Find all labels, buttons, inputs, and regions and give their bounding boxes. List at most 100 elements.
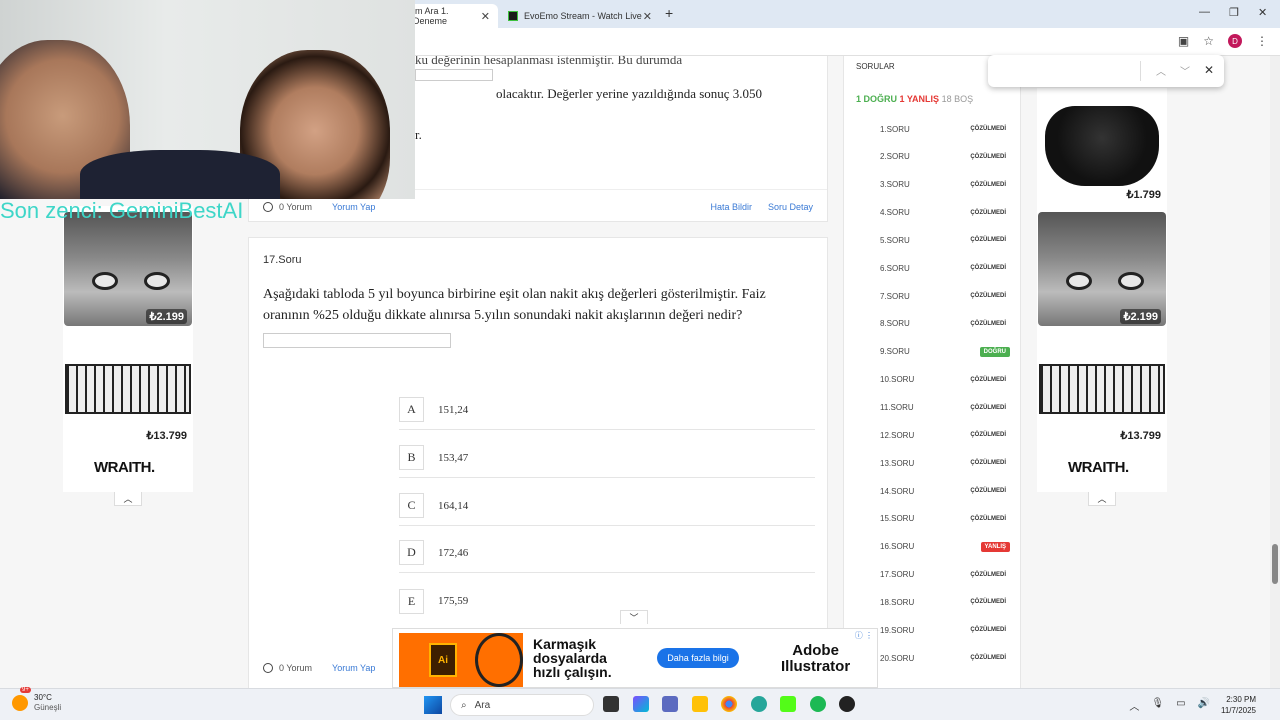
sidebar-question-item[interactable]: 10.SORU ÇÖZÜLMEDİ xyxy=(880,373,1010,387)
find-close-icon[interactable]: ✕ xyxy=(1204,63,1214,78)
answer-option-a[interactable]: A 151,24 xyxy=(399,390,815,430)
taskbar-search[interactable]: ⌕ Ara xyxy=(450,694,594,716)
menu-kebab-icon[interactable]: ⋮ xyxy=(1256,34,1268,48)
stream-caption: Son zenci: GeminiBestAI xyxy=(0,198,244,223)
tab-exam[interactable]: im Ara 1. Deneme ✕ xyxy=(405,4,498,28)
question-label: 16.SORU xyxy=(880,542,915,552)
sidebar-question-item[interactable]: 18.SORU ÇÖZÜLMEDİ xyxy=(880,595,1010,609)
sidebar-question-item[interactable]: 14.SORU ÇÖZÜLMEDİ xyxy=(880,484,1010,498)
page-action-icon[interactable]: ▣ xyxy=(1178,34,1189,48)
answer-option-d[interactable]: D 172,46 xyxy=(399,533,815,573)
window-close-button[interactable]: ✕ xyxy=(1258,6,1267,19)
find-in-page-bar[interactable]: ︿ ﹀ ✕ xyxy=(988,55,1224,87)
answer-option-e[interactable]: E 175,59 xyxy=(399,581,815,621)
left-brand-box[interactable]: WRAITH. xyxy=(63,448,193,492)
spotify-icon[interactable] xyxy=(810,696,826,712)
windows-taskbar: 30°C Güneşli ⌕ Ara ︿ 🎙 ▭ 🔊 2:30 PM 11/7/… xyxy=(0,687,1280,720)
find-next-icon[interactable]: ﹀ xyxy=(1180,63,1190,78)
minimize-button[interactable]: — xyxy=(1199,6,1210,18)
status-badge: ÇÖZÜLMEDİ xyxy=(970,181,1006,188)
weather-widget[interactable]: 30°C Güneşli xyxy=(12,693,61,713)
question-label: 1.SORU xyxy=(880,124,910,134)
question-label: 4.SORU xyxy=(880,208,910,218)
sidebar-question-item[interactable]: 7.SORU ÇÖZÜLMEDİ xyxy=(880,289,1010,303)
ad-tagline-line: hızlı çalışın. xyxy=(533,664,612,680)
task-view-icon[interactable] xyxy=(603,696,619,712)
close-icon[interactable]: ✕ xyxy=(643,10,652,23)
sidebar-question-item[interactable]: 19.SORU ÇÖZÜLMEDİ xyxy=(880,623,1010,637)
question-table-image xyxy=(263,333,451,348)
question-label: 13.SORU xyxy=(880,458,915,468)
chevron-down-icon[interactable]: ﹀ xyxy=(620,610,648,624)
question-text: Aşağıdaki tabloda 5 yıl boyunca birbirin… xyxy=(263,287,766,323)
option-letter: E xyxy=(399,588,424,614)
volume-icon[interactable]: 🔊 xyxy=(1198,698,1210,713)
app-icon[interactable] xyxy=(839,696,855,712)
sidebar-question-item[interactable]: 3.SORU ÇÖZÜLMEDİ xyxy=(880,178,1010,192)
ad-tagline-line: Karmaşık xyxy=(533,636,597,652)
score-summary: 1 DOĞRU 1 YANLIŞ 18 BOŞ xyxy=(856,94,973,104)
new-tab-button[interactable]: + xyxy=(665,5,673,21)
file-explorer-icon[interactable] xyxy=(692,696,708,712)
answer-option-c[interactable]: C 164,14 xyxy=(399,486,815,526)
kick-app-icon[interactable] xyxy=(780,696,796,712)
status-badge: ÇÖZÜLMEDİ xyxy=(970,153,1006,160)
sidebar-question-item[interactable]: 5.SORU ÇÖZÜLMEDİ xyxy=(880,233,1010,247)
chevron-up-icon[interactable]: ︿ xyxy=(1088,492,1116,506)
sidebar-question-item[interactable]: 9.SORU DOĞRU xyxy=(880,345,1010,359)
copilot-icon[interactable] xyxy=(633,696,649,712)
sidebar-question-item[interactable]: 8.SORU ÇÖZÜLMEDİ xyxy=(880,317,1010,331)
sidebar-question-item[interactable]: 2.SORU ÇÖZÜLMEDİ xyxy=(880,150,1010,164)
ad-info-icon[interactable]: ⓘ ⋮ xyxy=(855,630,873,641)
sidebar-question-item[interactable]: 6.SORU ÇÖZÜLMEDİ xyxy=(880,261,1010,275)
sidebar-question-item[interactable]: 16.SORU YANLIŞ xyxy=(880,540,1010,554)
sidebar-question-item[interactable]: 15.SORU ÇÖZÜLMEDİ xyxy=(880,512,1010,526)
question-detail-link[interactable]: Soru Detay xyxy=(768,202,813,212)
answer-option-b[interactable]: B 153,47 xyxy=(399,438,815,478)
bookmark-star-icon[interactable]: ☆ xyxy=(1203,34,1214,48)
find-prev-icon[interactable]: ︿ xyxy=(1156,63,1166,78)
kick-icon xyxy=(508,11,518,21)
temperature: 30°C xyxy=(34,693,52,702)
sidebar-question-item[interactable]: 12.SORU ÇÖZÜLMEDİ xyxy=(880,428,1010,442)
microphone-icon[interactable]: 🎙 xyxy=(1151,698,1164,713)
chevron-up-icon[interactable]: ︿ xyxy=(114,492,142,506)
chrome-active-icon[interactable] xyxy=(751,696,767,712)
right-ad-column[interactable]: ₺1.799 ₺2.199 ₺13.799 WRAITH. xyxy=(1037,88,1167,492)
tab-stream[interactable]: EvoEmo Stream - Watch Live on ✕ xyxy=(500,4,660,28)
chevron-up-icon[interactable]: ︿ xyxy=(1129,698,1139,713)
sidebar-question-item[interactable]: 20.SORU ÇÖZÜLMEDİ xyxy=(880,651,1010,665)
bottom-banner-ad[interactable]: Ai Karmaşık dosyalarda hızlı çalışın. Da… xyxy=(392,628,878,688)
option-value: 151,24 xyxy=(438,403,469,416)
sidebar-question-item[interactable]: 1.SORU ÇÖZÜLMEDİ xyxy=(880,122,1010,136)
add-comment-link[interactable]: Yorum Yap xyxy=(332,663,375,673)
find-input[interactable] xyxy=(998,62,1136,80)
report-error-link[interactable]: Hata Bildir xyxy=(710,202,752,212)
system-clock[interactable]: 2:30 PM 11/7/2025 xyxy=(1221,694,1256,716)
learn-more-button[interactable]: Daha fazla bilgi xyxy=(657,648,739,668)
status-badge: YANLIŞ xyxy=(980,541,1010,552)
question-label: 20.SORU xyxy=(880,653,915,663)
date: 11/7/2025 xyxy=(1221,706,1256,715)
score-wrong: 1 YANLIŞ xyxy=(899,94,940,104)
add-comment-link[interactable]: Yorum Yap xyxy=(332,202,375,212)
chrome-icon[interactable] xyxy=(721,696,737,712)
restore-button[interactable]: ❐ xyxy=(1229,6,1239,19)
question-label: 5.SORU xyxy=(880,235,910,245)
close-icon[interactable]: ✕ xyxy=(481,10,490,23)
status-badge: ÇÖZÜLMEDİ xyxy=(970,265,1006,272)
score-correct: 1 DOĞRU xyxy=(856,94,898,104)
sidebar-question-item[interactable]: 17.SORU ÇÖZÜLMEDİ xyxy=(880,568,1010,582)
teams-icon[interactable] xyxy=(662,696,678,712)
sidebar-question-item[interactable]: 11.SORU ÇÖZÜLMEDİ xyxy=(880,401,1010,415)
scrollbar-thumb[interactable] xyxy=(1272,544,1278,584)
search-icon: ⌕ xyxy=(461,699,467,711)
page-scrollbar[interactable] xyxy=(1270,56,1280,688)
status-badge: ÇÖZÜLMEDİ xyxy=(970,237,1006,244)
profile-avatar[interactable]: D xyxy=(1228,34,1242,48)
sun-icon xyxy=(12,695,28,711)
windows-start-icon[interactable] xyxy=(424,696,442,714)
sidebar-question-item[interactable]: 4.SORU ÇÖZÜLMEDİ xyxy=(880,206,1010,220)
sidebar-question-item[interactable]: 13.SORU ÇÖZÜLMEDİ xyxy=(880,456,1010,470)
display-icon[interactable]: ▭ xyxy=(1176,698,1185,713)
